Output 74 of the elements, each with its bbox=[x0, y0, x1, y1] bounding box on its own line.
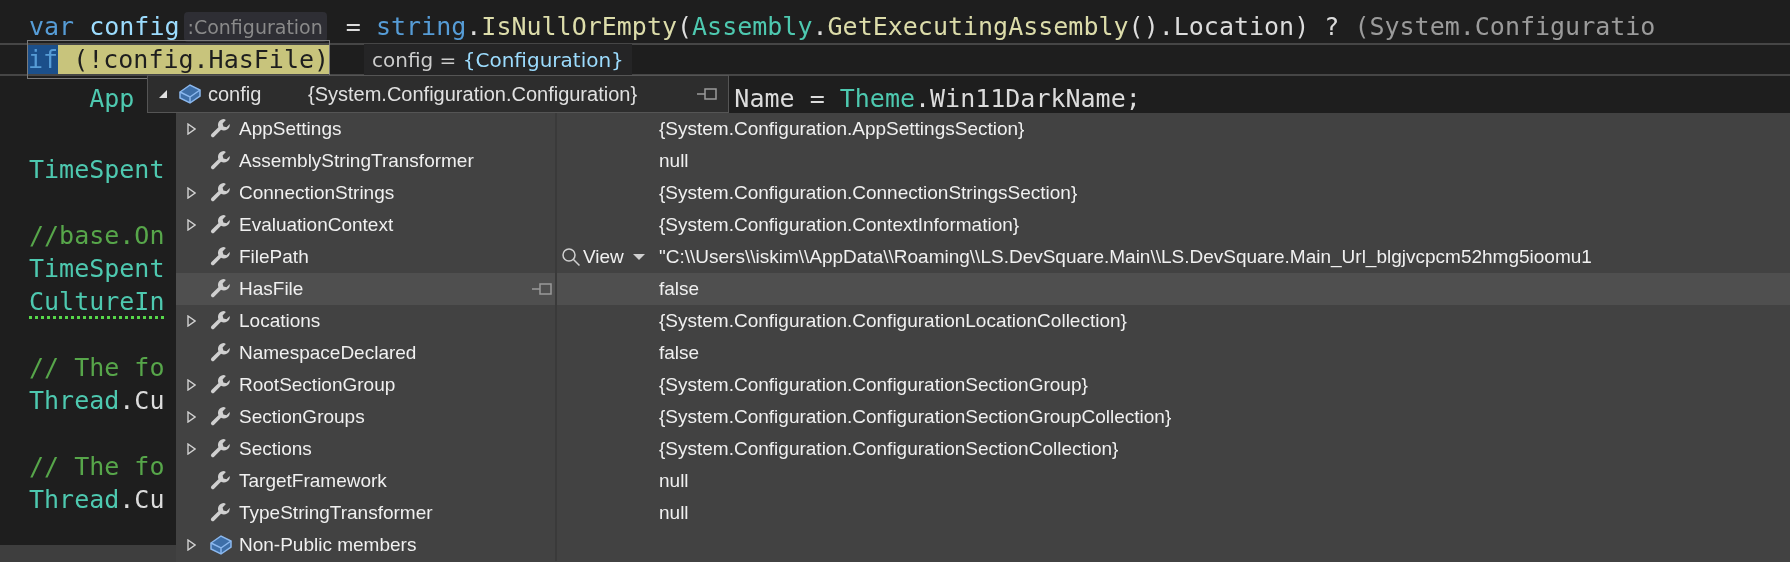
property-name: Sections bbox=[239, 436, 313, 461]
property-value: {System.Configuration.ConfigurationLocationCollection} bbox=[659, 308, 1127, 333]
tree-row[interactable]: RootSectionGroup bbox=[176, 369, 555, 401]
datatip[interactable]: config = {Configuration} bbox=[364, 44, 632, 75]
property-name: HasFile bbox=[239, 276, 305, 301]
expand-arrow-icon[interactable] bbox=[187, 187, 196, 199]
horizontal-scrollbar[interactable] bbox=[0, 545, 176, 562]
property-value: {System.Configuration.AppSettingsSection} bbox=[659, 116, 1025, 141]
property-name: EvaluationContext bbox=[239, 212, 395, 237]
property-name: FilePath bbox=[239, 244, 310, 269]
tree-row[interactable]: TypeStringTransformer bbox=[176, 497, 555, 529]
tree-row[interactable]: TargetFramework bbox=[176, 465, 555, 497]
expand-arrow-icon[interactable] bbox=[187, 123, 196, 135]
cube-icon bbox=[178, 83, 202, 105]
expand-arrow-icon[interactable] bbox=[187, 411, 196, 423]
variable-value: {System.Configuration.Configuration} bbox=[308, 82, 639, 107]
code-text: TimeSpent bbox=[29, 153, 165, 186]
code-text: Thread.Cu bbox=[29, 483, 165, 516]
property-value: false bbox=[659, 340, 700, 365]
tree-row[interactable]: Locations bbox=[176, 305, 555, 337]
tree-row[interactable]: FilePath bbox=[176, 241, 555, 273]
property-name: AssemblyStringTransformer bbox=[239, 148, 475, 173]
property-value: {System.Configuration.ConfigurationSectionCollection} bbox=[659, 436, 1119, 461]
tree-row[interactable]: NamespaceDeclared bbox=[176, 337, 555, 369]
expand-arrow-icon[interactable] bbox=[187, 379, 196, 391]
property-name: Non-Public members bbox=[239, 532, 418, 557]
code-text: Thread.Cu bbox=[29, 384, 165, 417]
tree-row[interactable]: EvaluationContext bbox=[176, 209, 555, 241]
tree-row[interactable]: ConnectionStrings bbox=[176, 177, 555, 209]
property-name: NamespaceDeclared bbox=[239, 340, 418, 365]
code-text: Name = Theme.Win11DarkName; bbox=[734, 83, 1141, 115]
property-value: null bbox=[659, 500, 689, 525]
tree-row[interactable]: Sections bbox=[176, 433, 555, 465]
inlay-hint: :Configuration bbox=[183, 11, 327, 42]
view-button[interactable]: View bbox=[561, 242, 646, 272]
code-text: // The fo bbox=[29, 450, 165, 483]
tree-row[interactable]: AppSettings bbox=[176, 113, 555, 145]
code-text: // The fo bbox=[29, 351, 165, 384]
property-name: TargetFramework bbox=[239, 468, 388, 493]
expand-arrow-icon[interactable] bbox=[187, 315, 196, 327]
code-text: if (!config.HasFile) bbox=[28, 43, 330, 76]
collapse-arrow-icon[interactable] bbox=[158, 89, 168, 99]
tree-row[interactable]: AssemblyStringTransformer bbox=[176, 145, 555, 177]
property-value: null bbox=[659, 148, 689, 173]
property-name: RootSectionGroup bbox=[239, 372, 397, 397]
property-value: false bbox=[659, 276, 700, 301]
expand-arrow-icon[interactable] bbox=[187, 539, 196, 551]
pin-icon[interactable] bbox=[696, 87, 718, 101]
code-text: App bbox=[88, 83, 135, 115]
property-value: {System.Configuration.ConnectionStringsSection} bbox=[659, 180, 1078, 205]
expand-arrow-icon[interactable] bbox=[187, 219, 196, 231]
variable-name: config bbox=[208, 82, 263, 107]
property-name: AppSettings bbox=[239, 116, 343, 141]
tree-row[interactable]: SectionGroups bbox=[176, 401, 555, 433]
code-text: = string.IsNullOrEmpty(Assembly.GetExecutingAssembly().Location) ? (System.Configuratio bbox=[344, 10, 1656, 43]
code-text: //base.On bbox=[29, 219, 165, 252]
property-value: "C:\\Users\\iskim\\AppData\\Roaming\\LS.DevSquare.Main\\LS.DevSquare.Main_Url_blgjvcpcm52hmg5ioomu1 bbox=[659, 244, 1592, 270]
code-text: var config bbox=[29, 10, 180, 43]
property-value: {System.Configuration.ConfigurationSectionGroup} bbox=[659, 372, 1088, 397]
property-name: TypeStringTransformer bbox=[239, 500, 434, 525]
cube-icon bbox=[209, 534, 233, 556]
property-value: {System.Configuration.ContextInformation} bbox=[659, 212, 1020, 237]
dropdown-caret-icon bbox=[631, 253, 646, 261]
code-text: CultureIn bbox=[29, 285, 165, 318]
search-icon bbox=[561, 247, 581, 267]
property-name: SectionGroups bbox=[239, 404, 366, 429]
expand-arrow-icon[interactable] bbox=[187, 443, 196, 455]
property-value: null bbox=[659, 468, 689, 493]
property-value: {System.Configuration.ConfigurationSectionGroupCollection} bbox=[659, 404, 1172, 429]
tree-row[interactable]: Non-Public members bbox=[176, 529, 555, 561]
tree-row[interactable]: HasFile bbox=[176, 273, 555, 305]
code-text: TimeSpent bbox=[29, 252, 165, 285]
property-name: Locations bbox=[239, 308, 322, 333]
property-name: ConnectionStrings bbox=[239, 180, 396, 205]
